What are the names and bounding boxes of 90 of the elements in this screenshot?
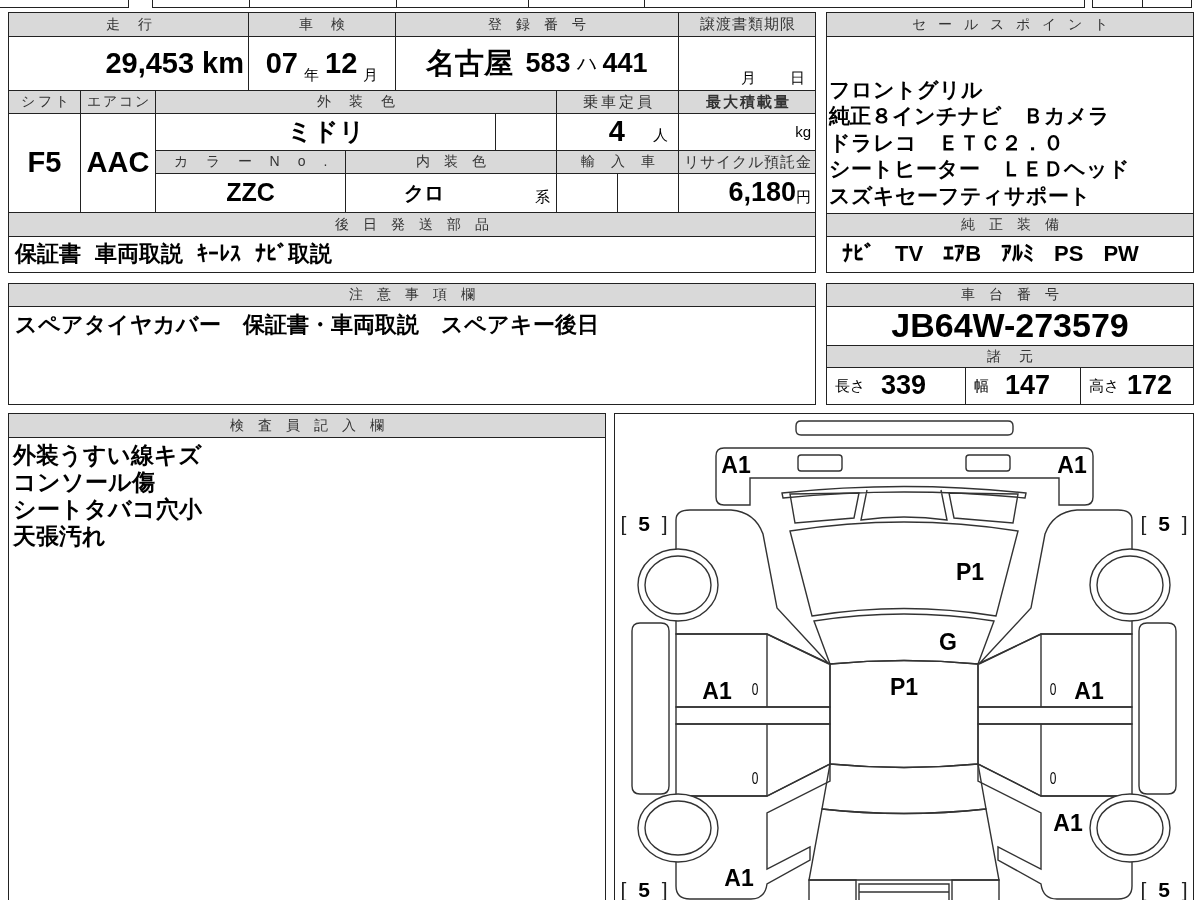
- field-header: 輸入車: [557, 151, 679, 174]
- sale-point-text: シートヒーター ＬＥＤヘッド: [829, 156, 1131, 182]
- field-header: セールスポイント: [827, 13, 1193, 37]
- field-header: エアコン: [81, 91, 156, 114]
- damage-code: G: [939, 630, 957, 654]
- shift-value: F5: [27, 147, 62, 179]
- field-header: 注意事項欄: [9, 284, 815, 307]
- fog-lamp: [965, 454, 1011, 472]
- equipment-item: ﾅﾋﾞ: [842, 242, 875, 267]
- headlight: [789, 492, 860, 524]
- small-mark: 0: [751, 769, 759, 787]
- exterior-color-value: ミドリ: [286, 118, 365, 146]
- small-mark: 0: [751, 680, 759, 698]
- field-header: シフト: [9, 91, 81, 114]
- tire-tread-mark: [ 5 ]: [1140, 512, 1188, 534]
- sale-point-text: ドラレコ ＥＴＣ２．０: [829, 129, 1065, 156]
- damage-code: A1: [1074, 679, 1104, 703]
- fog-lamp: [797, 454, 843, 472]
- damage-code: P1: [889, 675, 919, 699]
- field-header: 外装色: [156, 91, 557, 114]
- field-header: 検査員記入欄: [9, 414, 605, 438]
- plate-class-number: 583: [525, 48, 571, 79]
- unit-label: 月: [741, 69, 756, 86]
- field-header: 最大積載量: [679, 91, 816, 114]
- field-header: 純正装備: [827, 213, 1193, 237]
- recycling-fee-value: 6,180: [728, 178, 796, 208]
- field-header: 乗車定員: [557, 91, 679, 114]
- dimension-value: 339: [881, 371, 927, 401]
- damage-code: A1: [724, 866, 754, 890]
- dimension-value: 172: [1127, 371, 1173, 401]
- tail-light: [951, 879, 1000, 900]
- tire-tread-mark: [ 5 ]: [620, 878, 668, 900]
- unit-label: 年: [304, 66, 319, 83]
- damage-code: P1: [955, 560, 985, 584]
- color-code-value: ZZC: [226, 179, 275, 207]
- field-header: 後日発送部品: [9, 213, 816, 237]
- aircon-value: AAC: [86, 147, 150, 179]
- plate-region: 名古屋: [426, 47, 514, 80]
- later-parts-text: 保証書 車両取説 ｷｰﾚｽ ﾅﾋﾞ取説: [15, 242, 333, 267]
- chassis-number: JB64W-273579: [891, 307, 1129, 345]
- equipment-item: PW: [1103, 242, 1139, 267]
- field-header: 車検: [249, 13, 396, 37]
- equipment-item: PS: [1054, 242, 1084, 267]
- inspector-note: コンソール傷: [13, 469, 156, 496]
- sale-point-text: フロントグリル: [829, 76, 984, 103]
- dimension-label: 幅: [974, 377, 989, 395]
- small-mark: 0: [1049, 769, 1057, 787]
- unit-label: 系: [535, 188, 550, 205]
- inspector-note: 天張汚れ: [13, 523, 107, 550]
- field-header: 内装色: [346, 151, 557, 174]
- unit-label: 日: [790, 69, 805, 86]
- unit-label: km: [202, 47, 244, 80]
- field-header: リサイクル預託金: [679, 151, 816, 174]
- tire-tread-mark: [ 5 ]: [620, 512, 668, 534]
- damage-code: A1: [702, 679, 732, 703]
- inspection-month: 12: [325, 47, 358, 80]
- capacity-value: 4: [608, 116, 625, 148]
- inspector-note: シートタバコ穴小: [13, 496, 203, 523]
- damage-code: A1: [1053, 811, 1083, 835]
- inspector-note: 外装うすい線キズ: [13, 442, 203, 469]
- inspection-year: 07: [265, 47, 298, 80]
- field-header: 諸元: [827, 345, 1193, 368]
- headlight: [948, 492, 1019, 524]
- sale-point-text: 純正８インチナビ Ｂカメラ: [829, 103, 1111, 129]
- unit-label: kg: [795, 123, 811, 141]
- damage-code: A1: [1057, 453, 1087, 477]
- plate-serial-number: 441: [602, 48, 648, 79]
- field-header: 走行: [9, 13, 249, 37]
- mileage-value: 29,453: [105, 47, 195, 80]
- unit-label: 人: [653, 126, 668, 143]
- equipment-item: TV: [895, 242, 924, 267]
- field-header: 登録番号: [396, 13, 679, 37]
- unit-label: 月: [363, 66, 379, 83]
- field-header: カラーNo.: [156, 151, 346, 174]
- notes-text: スペアタイヤカバー 保証書・車両取説 スペアキー後日: [15, 312, 599, 337]
- field-header: 譲渡書類期限: [679, 13, 816, 37]
- field-header: 車台番号: [827, 284, 1193, 307]
- tail-light: [808, 879, 857, 900]
- damage-code: A1: [721, 453, 751, 477]
- tire-tread-mark: [ 5 ]: [1140, 878, 1188, 900]
- unit-label: 円: [796, 188, 811, 205]
- small-mark: 0: [1049, 680, 1057, 698]
- sale-point-text: スズキセーフティサポート: [829, 182, 1092, 209]
- dimension-value: 147: [1005, 371, 1051, 401]
- interior-color-value: クロ: [404, 182, 444, 204]
- equipment-item: ｱﾙﾐ: [1001, 242, 1034, 267]
- dimension-label: 長さ: [835, 377, 865, 395]
- dimension-label: 高さ: [1089, 377, 1119, 395]
- plate-kana: ハ: [576, 51, 597, 76]
- equipment-item: ｴｱB: [943, 242, 981, 267]
